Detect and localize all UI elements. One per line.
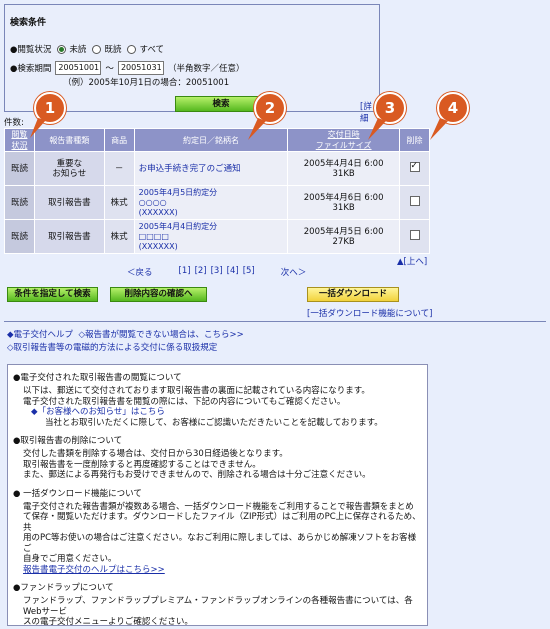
- notes-panel: ●電子交付された取引報告書の閲覧について 以下は、郵送にて交付されております取引…: [7, 364, 428, 626]
- report-link[interactable]: 2005年4月5日約定分 ○○○○ (XXXXXX): [139, 188, 218, 217]
- customer-notice-link[interactable]: ◆「お客様へのお知らせ」はこちら: [31, 407, 421, 418]
- search-by-condition-button[interactable]: 条件を指定して検索: [7, 287, 98, 302]
- bulk-download-help-link[interactable]: [一括ダウンロード機能について]: [307, 307, 432, 319]
- note-title: ●取引報告書の削除について: [13, 436, 123, 446]
- table-row: 既読 取引報告書 株式 2005年4月5日約定分 ○○○○ (XXXXXX) 2…: [4, 185, 430, 220]
- cell-date: 2005年4月6日 6:00 31KB: [287, 185, 400, 220]
- cell-type: 取引報告書: [33, 185, 105, 220]
- report-link[interactable]: 2005年4月4日約定分 □□□□ (XXXXXX): [139, 222, 218, 251]
- cell-product: 株式: [103, 219, 135, 254]
- note-title: ● 一括ダウンロード機能について: [13, 488, 142, 499]
- note-section: ● 一括ダウンロード機能について 電子交付された報告書類が複数ある場合、一括ダウ…: [13, 488, 421, 576]
- delete-checkbox[interactable]: [409, 230, 420, 240]
- help-links: ◆電子交付ヘルプ ◇報告書が閲覧できない場合は、こちら>> ◇取引報告書等の電磁…: [7, 329, 244, 355]
- cannot-view-link[interactable]: ◇報告書が閲覧できない場合は、こちら>>: [78, 330, 243, 340]
- next-link[interactable]: 次へ＞: [281, 266, 307, 278]
- cell-delete[interactable]: [399, 185, 430, 220]
- cell-status: 既読: [4, 219, 35, 254]
- pointer-2: [248, 118, 266, 140]
- delete-checkbox[interactable]: [409, 196, 420, 206]
- to-top-link[interactable]: ▲[上へ]: [397, 255, 427, 267]
- delivery-rules-link[interactable]: ◇取引報告書等の電磁的方法による交付に係る取扱規定: [7, 343, 217, 353]
- bulk-download-button[interactable]: 一括ダウンロード: [307, 287, 399, 302]
- report-link[interactable]: お申込手続き完了のご通知: [139, 164, 241, 174]
- note-section: ●電子交付された取引報告書の閲覧について 以下は、郵送にて交付されております取引…: [13, 371, 421, 428]
- note-section: ●ファンドラップについて ファンドラップ、ファンドラッププレミアム・ファンドラッ…: [13, 581, 421, 625]
- cell-product: 株式: [103, 185, 135, 220]
- e-delivery-help-link-2[interactable]: 報告書電子交付のヘルプはこちら>>: [23, 565, 421, 576]
- e-delivery-help-link[interactable]: ◆電子交付ヘルプ: [7, 330, 73, 340]
- page-link[interactable]: [1]: [179, 266, 191, 278]
- prev-link[interactable]: ＜戻る: [127, 266, 153, 278]
- cell-delete[interactable]: [399, 219, 430, 254]
- confirm-delete-button[interactable]: 削除内容の確認へ: [110, 287, 207, 302]
- page-link[interactable]: [5]: [243, 266, 255, 278]
- cell-status: 既読: [4, 185, 35, 220]
- page-link[interactable]: [2]: [195, 266, 207, 278]
- delete-checkbox[interactable]: [409, 161, 420, 172]
- note-section: ●取引報告書の削除について 交付した書類を削除する場合は、交付日から30日経過後…: [13, 434, 421, 481]
- callout-pointers: [30, 118, 448, 140]
- page-link[interactable]: [3]: [211, 266, 223, 278]
- table-row: 既読 取引報告書 株式 2005年4月4日約定分 □□□□ (XXXXXX) 2…: [4, 219, 430, 254]
- note-title: ●電子交付された取引報告書の閲覧について: [13, 373, 182, 383]
- pointer-3: [368, 118, 386, 140]
- cell-type: 取引報告書: [33, 219, 105, 254]
- pointer-4: [430, 118, 448, 140]
- cell-name[interactable]: 2005年4月4日約定分 □□□□ (XXXXXX): [133, 219, 289, 254]
- cell-name[interactable]: 2005年4月5日約定分 ○○○○ (XXXXXX): [133, 185, 289, 220]
- pointer-1: [30, 118, 46, 138]
- pager: ＜戻る [1] [2] [3] [4] [5] 次へ＞: [127, 266, 306, 278]
- note-title: ●ファンドラップについて: [13, 583, 114, 593]
- page-link[interactable]: [4]: [227, 266, 239, 278]
- divider: [4, 321, 546, 322]
- cell-date: 2005年4月5日 6:00 27KB: [287, 219, 400, 254]
